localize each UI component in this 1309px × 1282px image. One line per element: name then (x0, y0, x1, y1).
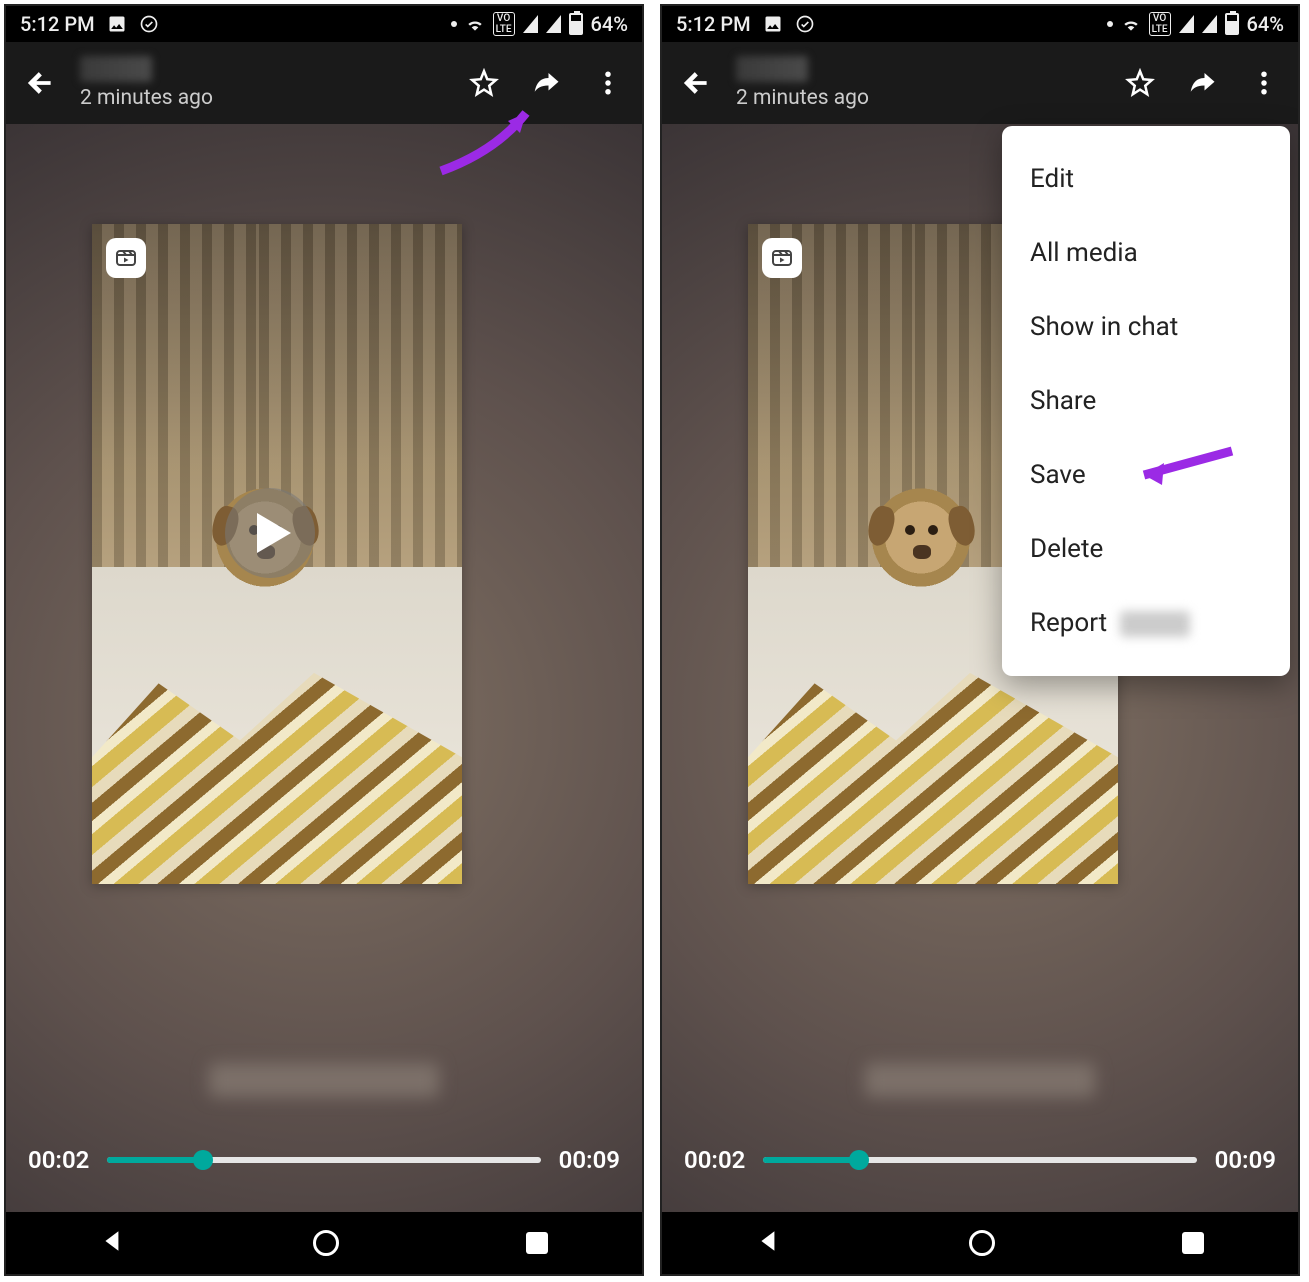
signal-1-icon (523, 15, 538, 33)
menu-item-delete[interactable]: Delete (1002, 512, 1290, 586)
battery-percent: 64% (1247, 12, 1284, 36)
contact-block[interactable]: 2 minutes ago (736, 56, 1100, 110)
filename-redacted (865, 1063, 1095, 1097)
nav-home-button[interactable] (969, 1230, 995, 1256)
reel-icon (106, 238, 146, 278)
seek-thumb[interactable] (849, 1150, 869, 1170)
forward-button[interactable] (524, 61, 568, 105)
filename-redacted (209, 1063, 439, 1097)
playback-bar: 00:02 00:09 (6, 1130, 642, 1190)
android-nav-bar (6, 1212, 642, 1274)
back-button[interactable] (674, 61, 718, 105)
signal-1-icon (1179, 15, 1194, 33)
wifi-icon (1121, 14, 1141, 34)
reel-icon (762, 238, 802, 278)
battery-percent: 64% (591, 12, 628, 36)
wifi-icon (465, 14, 485, 34)
status-time: 5:12 PM (676, 12, 751, 36)
menu-item-all-media[interactable]: All media (1002, 216, 1290, 290)
image-icon (107, 14, 127, 34)
video-preview[interactable] (92, 224, 462, 884)
seek-bar[interactable] (107, 1157, 540, 1163)
notification-dot-icon (451, 21, 457, 27)
notification-dot-icon (1107, 21, 1113, 27)
nav-home-button[interactable] (313, 1230, 339, 1256)
overflow-menu: Edit All media Show in chat Share Save D… (1002, 126, 1290, 676)
volte-badge-icon: VOLTE (493, 12, 515, 36)
status-bar: 5:12 PM VOLTE 64% (6, 6, 642, 42)
overflow-menu-button[interactable] (1242, 61, 1286, 105)
seek-bar[interactable] (763, 1157, 1196, 1163)
phone-right: 5:12 PM VOLTE 64% 2 minutes ago (660, 4, 1300, 1276)
menu-item-report-label: Report (1030, 608, 1107, 638)
star-button[interactable] (462, 61, 506, 105)
checkmark-circle-icon (139, 14, 159, 34)
contact-name-redacted (736, 56, 808, 82)
nav-back-button[interactable] (756, 1228, 782, 1258)
contact-block[interactable]: 2 minutes ago (80, 56, 444, 110)
report-name-redacted (1120, 611, 1190, 637)
time-current: 00:02 (684, 1146, 745, 1174)
play-button[interactable] (225, 488, 315, 578)
seek-thumb[interactable] (193, 1150, 213, 1170)
dog-in-video (866, 488, 976, 598)
app-header: 2 minutes ago (6, 42, 642, 124)
battery-icon (569, 13, 583, 35)
time-total: 00:09 (1215, 1146, 1276, 1174)
playback-bar: 00:02 00:09 (662, 1130, 1298, 1190)
signal-2-icon (1202, 15, 1217, 33)
menu-item-share[interactable]: Share (1002, 364, 1290, 438)
media-viewer: 00:02 00:09 (6, 124, 642, 1212)
nav-recents-button[interactable] (526, 1232, 548, 1254)
menu-item-save[interactable]: Save (1002, 438, 1290, 512)
menu-item-edit[interactable]: Edit (1002, 142, 1290, 216)
app-header: 2 minutes ago (662, 42, 1298, 124)
time-total: 00:09 (559, 1146, 620, 1174)
signal-2-icon (546, 15, 561, 33)
battery-icon (1225, 13, 1239, 35)
contact-name-redacted (80, 56, 152, 82)
checkmark-circle-icon (795, 14, 815, 34)
star-button[interactable] (1118, 61, 1162, 105)
forward-button[interactable] (1180, 61, 1224, 105)
nav-recents-button[interactable] (1182, 1232, 1204, 1254)
android-nav-bar (662, 1212, 1298, 1274)
back-button[interactable] (18, 61, 62, 105)
image-icon (763, 14, 783, 34)
status-time: 5:12 PM (20, 12, 95, 36)
message-timestamp: 2 minutes ago (80, 86, 444, 110)
overflow-menu-button[interactable] (586, 61, 630, 105)
menu-item-show-in-chat[interactable]: Show in chat (1002, 290, 1290, 364)
time-current: 00:02 (28, 1146, 89, 1174)
volte-badge-icon: VOLTE (1149, 12, 1171, 36)
menu-item-report[interactable]: Report (1002, 586, 1290, 660)
message-timestamp: 2 minutes ago (736, 86, 1100, 110)
phone-left: 5:12 PM VOLTE 64% 2 minutes ago (4, 4, 644, 1276)
nav-back-button[interactable] (100, 1228, 126, 1258)
status-bar: 5:12 PM VOLTE 64% (662, 6, 1298, 42)
